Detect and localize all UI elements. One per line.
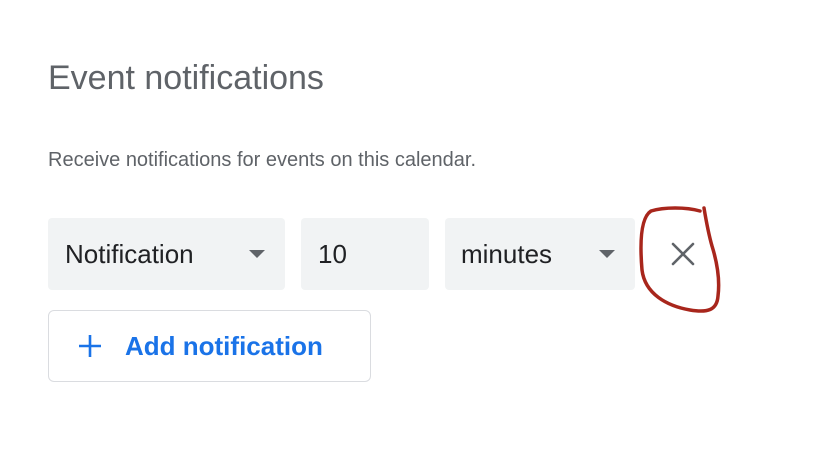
notification-type-value: Notification [65,238,194,269]
notification-unit-select[interactable]: minutes [445,218,635,290]
close-icon [671,242,695,266]
plus-icon [79,335,101,357]
caret-down-icon [249,250,265,258]
notification-amount-input[interactable]: 10 [301,218,429,290]
notification-unit-value: minutes [461,238,553,269]
event-notifications-panel: Event notifications Receive notification… [0,0,822,456]
section-title: Event notifications [48,59,324,97]
caret-down-icon [599,250,615,258]
remove-notification-button[interactable] [657,228,709,280]
notification-type-select[interactable]: Notification [48,218,285,290]
add-notification-label: Add notification [125,330,323,361]
section-description: Receive notifications for events on this… [48,149,477,171]
notification-amount-value: 10 [318,238,347,269]
add-notification-button[interactable]: Add notification [48,310,371,382]
